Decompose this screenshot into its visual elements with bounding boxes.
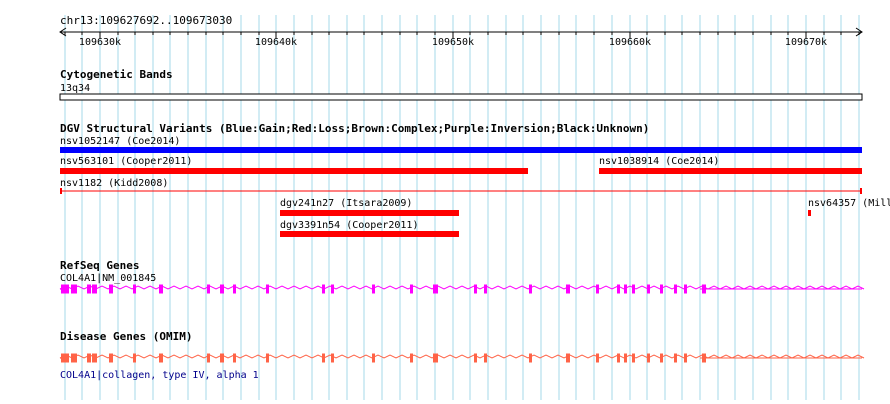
exon[interactable] [92,353,97,363]
dgv-feature-bar[interactable] [599,168,862,174]
exon[interactable] [433,284,438,294]
refseq-gene-label: COL4A1|NM_001845 [60,273,156,284]
ruler-tick-label: 109670k [785,37,827,48]
exon[interactable] [159,284,163,294]
dgv-feature-label: nsv64357 (Mill [808,198,890,209]
exon[interactable] [220,353,224,363]
dgv-feature-endcap [860,188,862,194]
dgv-feature-bar[interactable] [280,210,459,216]
dgv-feature-label: nsv1052147 (Coe2014) [60,136,180,147]
exon[interactable] [322,353,325,363]
exon[interactable] [702,353,706,363]
exon[interactable] [220,284,224,294]
omim-gene-model[interactable] [59,353,865,363]
track-title-dgv: DGV Structural Variants (Blue:Gain;Red:L… [60,122,649,135]
cytoband-label: 13q34 [60,83,90,94]
cytoband-track[interactable]: Cytogenetic Bands 13q34 [59,68,863,101]
exon[interactable] [410,353,413,363]
dgv-feature-bar[interactable] [280,231,459,237]
dgv-feature-bar[interactable] [60,168,528,174]
exon[interactable] [71,353,77,363]
exon[interactable] [207,353,210,363]
exon[interactable] [372,353,375,363]
exon[interactable] [529,284,532,294]
genome-browser-view: chr13:109627692..109673030 109630k 10964… [59,14,890,400]
exon[interactable] [331,353,334,363]
exon[interactable] [233,353,236,363]
exon[interactable] [331,284,334,294]
exon[interactable] [484,353,487,363]
exon[interactable] [87,284,91,294]
track-title-cytoband: Cytogenetic Bands [60,68,173,81]
omim-gene-label: COL4A1|collagen, type IV, alpha 1 [60,370,259,381]
exon[interactable] [660,353,663,363]
exon[interactable] [109,284,113,294]
exon[interactable] [702,284,706,294]
ruler-tick-label: 109650k [432,37,474,48]
dgv-feature-label: nsv1182 (Kidd2008) [60,178,168,189]
exon[interactable] [624,284,627,294]
exon[interactable] [87,353,91,363]
exon[interactable] [61,353,69,363]
exon[interactable] [484,284,487,294]
exon[interactable] [617,284,620,294]
exon[interactable] [109,353,113,363]
omim-track[interactable]: Disease Genes (OMIM) COL4A1|collagen, ty… [59,330,865,381]
exon[interactable] [233,284,236,294]
exon[interactable] [674,284,677,294]
exon[interactable] [266,353,269,363]
exon[interactable] [617,353,620,363]
exon[interactable] [647,284,650,294]
dgv-feature-label: nsv1038914 (Coe2014) [599,156,719,167]
exon[interactable] [474,284,477,294]
exon[interactable] [207,284,210,294]
exon[interactable] [372,284,375,294]
dgv-feature-label: nsv563101 (Cooper2011) [60,156,192,167]
dgv-track[interactable]: DGV Structural Variants (Blue:Gain;Red:L… [60,122,890,237]
track-title-omim: Disease Genes (OMIM) [60,330,192,343]
locus-label: chr13:109627692..109673030 [60,14,232,27]
exon[interactable] [71,284,77,294]
exon[interactable] [674,353,677,363]
dgv-feature-label: dgv3391n54 (Cooper2011) [280,220,418,231]
ruler-tick-label: 109640k [255,37,297,48]
exon[interactable] [632,284,635,294]
exon[interactable] [92,284,97,294]
exon[interactable] [133,284,136,294]
exon[interactable] [566,284,570,294]
exon[interactable] [660,284,663,294]
dgv-feature-bar[interactable] [60,147,862,153]
exon[interactable] [596,353,599,363]
refseq-gene-model[interactable] [59,284,865,294]
exon[interactable] [684,353,687,363]
exon[interactable] [133,353,136,363]
ruler-track: chr13:109627692..109673030 109630k 10964… [59,14,863,48]
dgv-feature-endcap [60,188,62,194]
track-title-refseq: RefSeq Genes [60,259,139,272]
exon[interactable] [684,284,687,294]
cytoband-bar[interactable] [59,93,863,101]
exon[interactable] [322,284,325,294]
dgv-feature-bar[interactable] [808,210,811,216]
exon[interactable] [566,353,570,363]
refseq-track[interactable]: RefSeq Genes COL4A1|NM_001845 [59,259,865,294]
ruler-tick-label: 109630k [79,37,121,48]
exon[interactable] [529,353,532,363]
exon[interactable] [433,353,438,363]
exon[interactable] [624,353,627,363]
exon[interactable] [410,284,413,294]
dgv-feature-label: dgv241n27 (Itsara2009) [280,198,412,209]
exon[interactable] [159,353,163,363]
exon[interactable] [474,353,477,363]
exon[interactable] [632,353,635,363]
ruler-tick-label: 109660k [609,37,651,48]
exon[interactable] [596,284,599,294]
exon[interactable] [647,353,650,363]
exon[interactable] [61,284,69,294]
exon[interactable] [266,284,269,294]
